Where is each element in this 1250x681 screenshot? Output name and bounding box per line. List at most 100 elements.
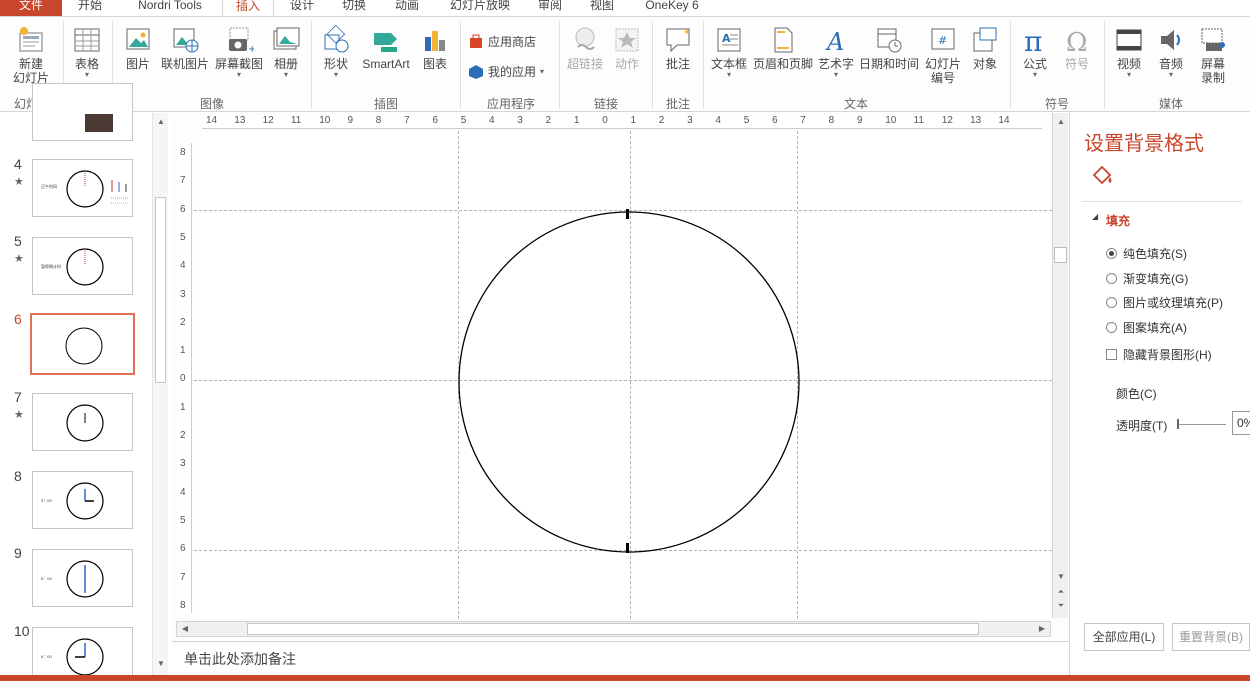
transparency-label: 透明度(T) (1116, 419, 1168, 433)
equation-button[interactable]: π 公式 ▾ (1014, 25, 1056, 79)
radio[interactable] (1106, 297, 1117, 308)
tab-home[interactable]: 开始 (64, 0, 116, 16)
scroll-left-arrow-icon[interactable]: ◀ (178, 624, 192, 633)
solid-fill-option[interactable]: 纯色填充(S) (1106, 245, 1187, 262)
textbox-button[interactable]: A 文本框 ▾ (707, 25, 751, 79)
audio-button[interactable]: 音频 ▾ (1150, 25, 1192, 79)
ruler-label: 4 (715, 115, 721, 126)
scroll-thumb[interactable] (247, 623, 979, 635)
transparency-input[interactable]: 0% (1232, 411, 1250, 435)
slide-thumbnail-3[interactable] (32, 83, 133, 141)
chart-button[interactable]: 图表 (416, 25, 454, 71)
screen-record-button[interactable]: 屏幕 录制 (1192, 25, 1234, 85)
symbol-label: 符号 (1064, 57, 1089, 71)
group-comments-label: 批注 (665, 97, 690, 111)
symbol-button[interactable]: Ω 符号 (1056, 25, 1098, 71)
slide-thumbnail-8[interactable]: 3：00 (32, 471, 133, 529)
scroll-up-arrow-icon[interactable]: ▲ (1054, 117, 1068, 126)
scroll-thumb[interactable] (155, 197, 166, 383)
screenshot-button[interactable]: + 屏幕截图 ▾ (212, 25, 266, 79)
table-button[interactable]: 表格 ▾ (66, 25, 108, 79)
thumbnail-number: 8 (14, 468, 22, 484)
object-icon (973, 27, 997, 52)
hyperlink-label: 超链接 (566, 57, 603, 71)
scroll-up-arrow-icon[interactable]: ▲ (154, 117, 168, 126)
ruler-label: 14 (998, 115, 1010, 126)
radio[interactable] (1106, 322, 1117, 333)
wordart-button[interactable]: A 艺术字 ▾ (815, 25, 857, 79)
notes-placeholder[interactable]: 单击此处添加备注 (184, 649, 296, 669)
slide-thumbnail-6[interactable] (30, 313, 135, 375)
thumbnail-number: 6 (14, 311, 22, 327)
radio-selected[interactable] (1106, 248, 1117, 259)
slide-thumbnail-5[interactable]: 暂停倒计时 (32, 237, 133, 295)
video-button[interactable]: 视频 ▾ (1108, 25, 1150, 79)
gradient-fill-option[interactable]: 渐变填充(G) (1106, 270, 1188, 287)
tab-design[interactable]: 设计 (276, 0, 328, 16)
slide-number-button[interactable]: # 幻灯片 编号 (921, 25, 965, 85)
scroll-thumb[interactable] (1054, 247, 1067, 263)
slide-thumbnail-10[interactable]: 9：00 (32, 627, 133, 681)
scroll-right-arrow-icon[interactable]: ▶ (1035, 624, 1049, 633)
album-button[interactable]: 相册 ▾ (266, 25, 306, 79)
ruler-label: 5 (180, 231, 186, 243)
tab-insert[interactable]: 插入 (222, 0, 274, 16)
tab-transitions[interactable]: 切换 (328, 0, 380, 16)
next-slide-icon[interactable]: ⏷ (1054, 601, 1068, 611)
scroll-down-arrow-icon[interactable]: ▼ (1054, 572, 1068, 581)
my-apps-button[interactable]: 我的应用 ▾ (468, 63, 544, 80)
apply-to-all-button[interactable]: 全部应用(L) (1084, 623, 1164, 651)
online-picture-button[interactable]: 联机图片 (158, 25, 212, 71)
hyperlink-button[interactable]: 超链接 (564, 25, 606, 71)
tab-review[interactable]: 审阅 (524, 0, 576, 16)
datetime-button[interactable]: 日期和时间 (857, 25, 921, 71)
tab-nordri-tools[interactable]: Nordri Tools (120, 0, 220, 16)
circle-shape[interactable] (456, 209, 802, 555)
tab-onekey[interactable]: OneKey 6 (634, 0, 710, 16)
previous-slide-icon[interactable]: ⏶ (1054, 587, 1068, 597)
hide-background-option[interactable]: 隐藏背景图形(H) (1106, 346, 1212, 363)
slide-thumbnail-4[interactable]: 正午时间 (32, 159, 133, 217)
checkbox[interactable] (1106, 349, 1117, 360)
tab-animations[interactable]: 动画 (381, 0, 433, 16)
tab-view[interactable]: 视图 (576, 0, 628, 16)
picture-fill-option[interactable]: 图片或纹理填充(P) (1106, 294, 1223, 311)
slide-thumbnail-7[interactable] (32, 393, 133, 451)
reset-background-button[interactable]: 重置背景(B) (1172, 623, 1250, 651)
slide-thumbnail-9[interactable]: 6：00 (32, 549, 133, 607)
notes-pane[interactable]: 单击此处添加备注 (172, 641, 1069, 675)
slide-canvas[interactable] (194, 131, 1052, 619)
shapes-button[interactable]: 形状 ▾ (316, 25, 356, 79)
ruler-label: 2 (180, 430, 186, 441)
radio[interactable] (1106, 273, 1117, 284)
comment-button[interactable]: ✦ 批注 (657, 25, 699, 71)
ruler-label: 8 (375, 115, 382, 126)
transparency-slider[interactable] (1178, 424, 1226, 425)
header-footer-label: 页眉和页脚 (752, 57, 813, 71)
pattern-fill-option[interactable]: 图案填充(A) (1106, 319, 1187, 336)
thumbnail-number: 4 (14, 156, 22, 172)
ruler-label: 1 (180, 345, 186, 357)
collapse-triangle-icon[interactable]: ◢ (1092, 212, 1098, 221)
app-store-button[interactable]: 应用商店 (468, 33, 536, 50)
thumbnails-scrollbar[interactable]: ▲ ▼ (152, 113, 168, 675)
fill-bucket-icon[interactable] (1088, 163, 1114, 189)
fill-section-header[interactable]: 填充 (1106, 212, 1130, 229)
tab-file[interactable]: 文件 (0, 0, 62, 16)
object-button[interactable]: 对象 (965, 25, 1005, 71)
header-footer-button[interactable]: 页眉和页脚 (751, 25, 815, 71)
editor-vertical-scrollbar[interactable]: ▲ ▼ ⏶ ⏷ (1052, 113, 1068, 618)
ruler-label: 12 (941, 115, 953, 126)
tab-slideshow[interactable]: 幻灯片放映 (440, 0, 520, 16)
smartart-button[interactable]: SmartArt (358, 25, 414, 71)
chart-label: 图表 (422, 57, 447, 71)
editor-horizontal-scrollbar[interactable]: ◀ ▶ (176, 621, 1051, 637)
new-slide-button[interactable]: 新建 幻灯片 (6, 25, 56, 85)
picture-button[interactable]: 图片 (118, 25, 158, 71)
svg-text:#: # (938, 34, 947, 47)
scroll-down-arrow-icon[interactable]: ▼ (154, 659, 168, 668)
slider-handle[interactable] (1177, 419, 1179, 429)
ruler-label: 5 (743, 115, 750, 126)
action-button[interactable]: 动作 (608, 25, 646, 71)
thumbnail-text: 9：00 (41, 654, 52, 659)
